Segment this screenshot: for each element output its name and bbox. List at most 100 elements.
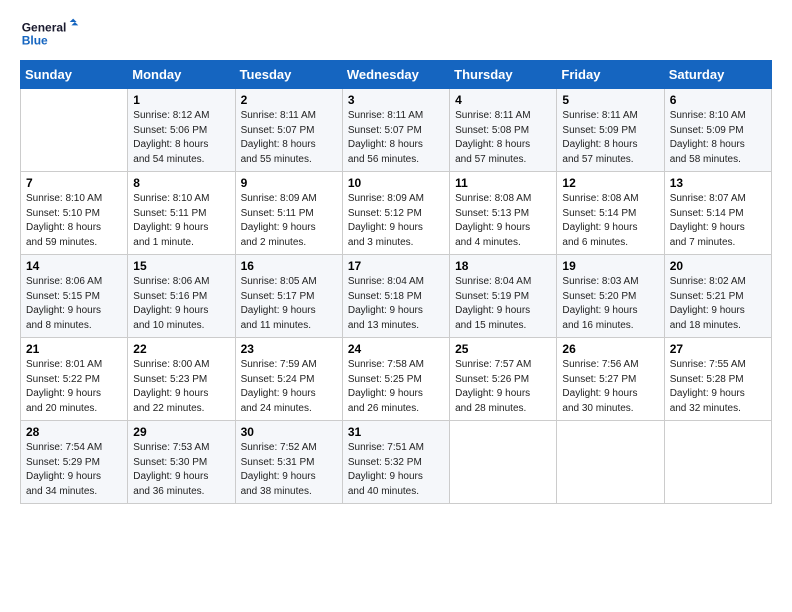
day-number: 24 xyxy=(348,342,444,356)
calendar-cell: 29 Sunrise: 7:53 AMSunset: 5:30 PMDayligh… xyxy=(128,421,235,504)
day-number: 11 xyxy=(455,176,551,190)
day-info: Sunrise: 8:09 AMSunset: 5:12 PMDaylight:… xyxy=(348,192,444,250)
calendar-cell: 17Sunrise: 8:04 AMSunset: 5:18 PMDayligh… xyxy=(342,255,449,338)
header-saturday: Saturday xyxy=(664,61,771,89)
day-number: 8 xyxy=(133,176,229,190)
day-number: 19 xyxy=(562,259,658,273)
day-info: Sunrise: 8:12 AMSunset: 5:06 PMDaylight:… xyxy=(133,109,229,167)
calendar-cell: 30 Sunrise: 7:52 AMSunset: 5:31 PMDayligh… xyxy=(235,421,342,504)
day-info: Sunrise: 7:58 AMSunset: 5:25 PMDaylight:… xyxy=(348,358,444,416)
calendar-cell: 11 Sunrise: 8:08 AMSunset: 5:13 PMDayligh… xyxy=(450,172,557,255)
calendar-cell: 13Sunrise: 8:07 AMSunset: 5:14 PMDayligh… xyxy=(664,172,771,255)
calendar-week-row: 28 Sunrise: 7:54 AMSunset: 5:29 PMDayligh… xyxy=(21,421,772,504)
calendar-cell: 10 Sunrise: 8:09 AMSunset: 5:12 PMDayligh… xyxy=(342,172,449,255)
calendar-cell xyxy=(664,421,771,504)
day-number: 16 xyxy=(241,259,337,273)
calendar-week-row: 14 Sunrise: 8:06 AMSunset: 5:15 PMDayligh… xyxy=(21,255,772,338)
calendar-cell: 24 Sunrise: 7:58 AMSunset: 5:25 PMDayligh… xyxy=(342,338,449,421)
day-info: Sunrise: 8:11 AMSunset: 5:09 PMDaylight:… xyxy=(562,109,658,167)
header-monday: Monday xyxy=(128,61,235,89)
header-thursday: Thursday xyxy=(450,61,557,89)
day-info: Sunrise: 8:08 AMSunset: 5:13 PMDaylight:… xyxy=(455,192,551,250)
calendar-cell xyxy=(557,421,664,504)
day-info: Sunrise: 7:56 AMSunset: 5:27 PMDaylight:… xyxy=(562,358,658,416)
calendar-cell: 27Sunrise: 7:55 AMSunset: 5:28 PMDayligh… xyxy=(664,338,771,421)
day-info: Sunrise: 8:03 AMSunset: 5:20 PMDaylight:… xyxy=(562,275,658,333)
day-info: Sunrise: 7:59 AMSunset: 5:24 PMDaylight:… xyxy=(241,358,337,416)
day-info: Sunrise: 8:06 AMSunset: 5:15 PMDaylight:… xyxy=(26,275,122,333)
calendar-cell: 23Sunrise: 7:59 AMSunset: 5:24 PMDayligh… xyxy=(235,338,342,421)
day-number: 28 xyxy=(26,425,122,439)
day-info: Sunrise: 8:08 AMSunset: 5:14 PMDaylight:… xyxy=(562,192,658,250)
day-number: 20 xyxy=(670,259,766,273)
day-info: Sunrise: 8:04 AMSunset: 5:19 PMDaylight:… xyxy=(455,275,551,333)
day-info: Sunrise: 7:54 AMSunset: 5:29 PMDaylight:… xyxy=(26,441,122,499)
day-info: Sunrise: 8:10 AMSunset: 5:10 PMDaylight:… xyxy=(26,192,122,250)
day-info: Sunrise: 8:07 AMSunset: 5:14 PMDaylight:… xyxy=(670,192,766,250)
calendar-cell: 4 Sunrise: 8:11 AMSunset: 5:08 PMDaylight… xyxy=(450,89,557,172)
calendar-cell: 5 Sunrise: 8:11 AMSunset: 5:09 PMDaylight… xyxy=(557,89,664,172)
calendar-cell: 2 Sunrise: 8:11 AMSunset: 5:07 PMDaylight… xyxy=(235,89,342,172)
day-number: 17 xyxy=(348,259,444,273)
calendar-cell: 12 Sunrise: 8:08 AMSunset: 5:14 PMDayligh… xyxy=(557,172,664,255)
day-number: 12 xyxy=(562,176,658,190)
day-number: 6 xyxy=(670,93,766,107)
calendar-cell: 3Sunrise: 8:11 AMSunset: 5:07 PMDaylight… xyxy=(342,89,449,172)
day-number: 14 xyxy=(26,259,122,273)
day-info: Sunrise: 8:10 AMSunset: 5:11 PMDaylight:… xyxy=(133,192,229,250)
day-number: 25 xyxy=(455,342,551,356)
day-number: 27 xyxy=(670,342,766,356)
day-info: Sunrise: 8:02 AMSunset: 5:21 PMDaylight:… xyxy=(670,275,766,333)
day-number: 21 xyxy=(26,342,122,356)
logo: General Blue xyxy=(20,16,80,52)
day-info: Sunrise: 8:00 AMSunset: 5:23 PMDaylight:… xyxy=(133,358,229,416)
day-info: Sunrise: 7:52 AMSunset: 5:31 PMDaylight:… xyxy=(241,441,337,499)
day-number: 7 xyxy=(26,176,122,190)
day-number: 31 xyxy=(348,425,444,439)
calendar-week-row: 7 Sunrise: 8:10 AMSunset: 5:10 PMDaylight… xyxy=(21,172,772,255)
calendar-cell: 8 Sunrise: 8:10 AMSunset: 5:11 PMDaylight… xyxy=(128,172,235,255)
day-info: Sunrise: 8:09 AMSunset: 5:11 PMDaylight:… xyxy=(241,192,337,250)
day-number: 5 xyxy=(562,93,658,107)
calendar-cell: 1 Sunrise: 8:12 AMSunset: 5:06 PMDaylight… xyxy=(128,89,235,172)
day-number: 29 xyxy=(133,425,229,439)
calendar-cell: 20 Sunrise: 8:02 AMSunset: 5:21 PMDayligh… xyxy=(664,255,771,338)
header-tuesday: Tuesday xyxy=(235,61,342,89)
day-info: Sunrise: 7:57 AMSunset: 5:26 PMDaylight:… xyxy=(455,358,551,416)
day-number: 30 xyxy=(241,425,337,439)
calendar-cell: 31 Sunrise: 7:51 AMSunset: 5:32 PMDayligh… xyxy=(342,421,449,504)
calendar-cell: 18 Sunrise: 8:04 AMSunset: 5:19 PMDayligh… xyxy=(450,255,557,338)
calendar-cell: 21 Sunrise: 8:01 AMSunset: 5:22 PMDayligh… xyxy=(21,338,128,421)
day-info: Sunrise: 8:11 AMSunset: 5:08 PMDaylight:… xyxy=(455,109,551,167)
calendar-cell: 6 Sunrise: 8:10 AMSunset: 5:09 PMDaylight… xyxy=(664,89,771,172)
day-number: 18 xyxy=(455,259,551,273)
day-number: 10 xyxy=(348,176,444,190)
day-number: 22 xyxy=(133,342,229,356)
calendar-cell: 16Sunrise: 8:05 AMSunset: 5:17 PMDayligh… xyxy=(235,255,342,338)
calendar-week-row: 21 Sunrise: 8:01 AMSunset: 5:22 PMDayligh… xyxy=(21,338,772,421)
day-info: Sunrise: 8:11 AMSunset: 5:07 PMDaylight:… xyxy=(241,109,337,167)
calendar-table: SundayMondayTuesdayWednesdayThursdayFrid… xyxy=(20,60,772,504)
day-number: 3 xyxy=(348,93,444,107)
svg-text:Blue: Blue xyxy=(22,33,48,47)
day-number: 4 xyxy=(455,93,551,107)
day-info: Sunrise: 8:01 AMSunset: 5:22 PMDaylight:… xyxy=(26,358,122,416)
day-number: 2 xyxy=(241,93,337,107)
svg-text:General: General xyxy=(22,20,67,34)
calendar-cell: 25 Sunrise: 7:57 AMSunset: 5:26 PMDayligh… xyxy=(450,338,557,421)
day-number: 1 xyxy=(133,93,229,107)
calendar-cell: 19 Sunrise: 8:03 AMSunset: 5:20 PMDayligh… xyxy=(557,255,664,338)
day-info: Sunrise: 8:10 AMSunset: 5:09 PMDaylight:… xyxy=(670,109,766,167)
calendar-week-row: 1 Sunrise: 8:12 AMSunset: 5:06 PMDaylight… xyxy=(21,89,772,172)
day-info: Sunrise: 8:06 AMSunset: 5:16 PMDaylight:… xyxy=(133,275,229,333)
header-sunday: Sunday xyxy=(21,61,128,89)
calendar-cell: 22 Sunrise: 8:00 AMSunset: 5:23 PMDayligh… xyxy=(128,338,235,421)
day-number: 26 xyxy=(562,342,658,356)
calendar-cell: 26 Sunrise: 7:56 AMSunset: 5:27 PMDayligh… xyxy=(557,338,664,421)
day-info: Sunrise: 7:53 AMSunset: 5:30 PMDaylight:… xyxy=(133,441,229,499)
header-friday: Friday xyxy=(557,61,664,89)
day-info: Sunrise: 7:51 AMSunset: 5:32 PMDaylight:… xyxy=(348,441,444,499)
calendar-cell: 15Sunrise: 8:06 AMSunset: 5:16 PMDayligh… xyxy=(128,255,235,338)
calendar-cell: 7 Sunrise: 8:10 AMSunset: 5:10 PMDaylight… xyxy=(21,172,128,255)
calendar-cell: 14 Sunrise: 8:06 AMSunset: 5:15 PMDayligh… xyxy=(21,255,128,338)
